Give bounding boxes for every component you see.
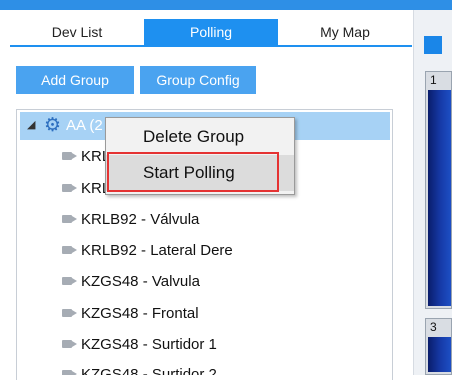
- camera-number: 1: [430, 73, 437, 87]
- list-item[interactable]: KRL: [62, 177, 110, 199]
- device-label: KRLB92 - Válvula: [81, 210, 200, 228]
- tab-bar: Dev List Polling My Map: [10, 19, 412, 46]
- list-item[interactable]: KZGS48 - Surtidor 1: [62, 333, 217, 355]
- camera-screen: [428, 90, 451, 306]
- device-label: KZGS48 - Frontal: [81, 304, 199, 322]
- device-label: KZGS48 - Surtidor 1: [81, 335, 217, 353]
- camera-view-3[interactable]: 3: [425, 318, 452, 375]
- list-item[interactable]: KZGS48 - Surtidor 2: [62, 364, 217, 375]
- device-label: KRLB92 - Lateral Dere: [81, 241, 233, 259]
- layout-square-icon[interactable]: [424, 36, 442, 54]
- delete-group-menu-item[interactable]: Delete Group: [106, 119, 294, 155]
- camera-icon: [62, 339, 78, 349]
- camera-icon: [62, 245, 78, 255]
- collapse-arrow-icon[interactable]: ◢: [27, 118, 35, 131]
- camera-view-1[interactable]: 1: [425, 71, 452, 309]
- highlight-box: [107, 152, 279, 192]
- camera-icon: [62, 151, 78, 161]
- gear-icon: ⚙: [44, 115, 62, 136]
- list-item[interactable]: KZGS48 - Valvula: [62, 270, 200, 292]
- camera-icon: [62, 214, 78, 224]
- group-config-button[interactable]: Group Config: [140, 66, 256, 94]
- tab-underline: [10, 45, 412, 47]
- tab-polling[interactable]: Polling: [144, 19, 278, 46]
- tab-my-map[interactable]: My Map: [278, 19, 412, 46]
- list-item[interactable]: KRLB92 - Lateral Dere: [62, 239, 233, 261]
- camera-screen: [428, 337, 451, 372]
- add-group-button[interactable]: Add Group: [16, 66, 134, 94]
- list-item[interactable]: KRLB92 - Válvula: [62, 208, 199, 230]
- group-label: AA (2: [66, 117, 103, 134]
- camera-icon: [62, 276, 78, 286]
- list-item[interactable]: KRL: [62, 145, 110, 167]
- camera-icon: [62, 369, 78, 375]
- tab-dev-list[interactable]: Dev List: [10, 19, 144, 46]
- top-bar: [0, 0, 452, 10]
- device-label: KZGS48 - Surtidor 2: [81, 366, 217, 375]
- camera-icon: [62, 308, 78, 318]
- list-item[interactable]: KZGS48 - Frontal: [62, 302, 199, 324]
- camera-number: 3: [430, 320, 437, 334]
- camera-icon: [62, 183, 78, 193]
- device-label: KZGS48 - Valvula: [81, 272, 200, 290]
